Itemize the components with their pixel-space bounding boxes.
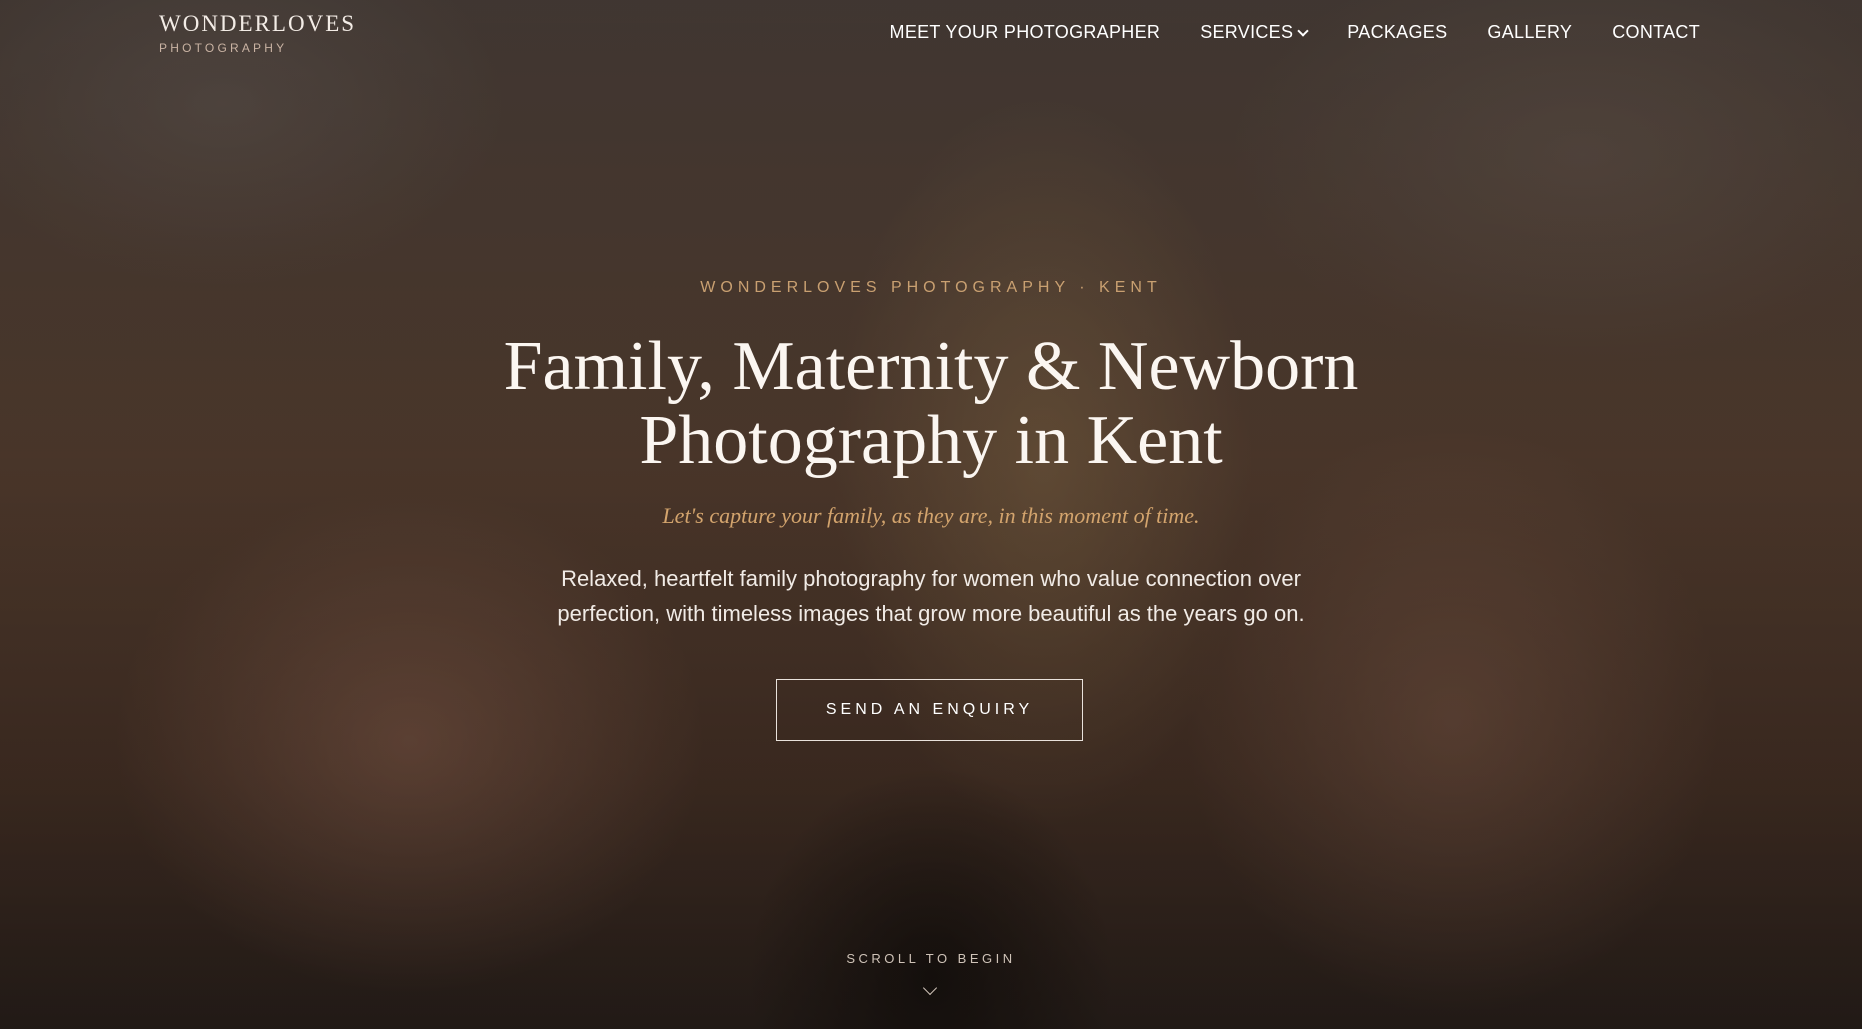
headline-line-1: Family, Maternity & Newborn (503, 328, 1359, 405)
nav-item-label: CONTACT (1612, 22, 1700, 42)
nav-item-meet-your-photographer[interactable]: MEET YOUR PHOTOGRAPHER (890, 22, 1161, 43)
main-nav: MEET YOUR PHOTOGRAPHER SERVICES PACKAGES… (890, 22, 1700, 43)
logo-name: WONDERLOVES (159, 11, 357, 36)
nav-item-label: MEET YOUR PHOTOGRAPHER (889, 22, 1161, 42)
logo-subtitle: PHOTOGRAPHY (159, 41, 288, 55)
nav-item-services[interactable]: SERVICES (1200, 22, 1309, 43)
chevron-down-icon (1297, 24, 1309, 37)
hero-headline: Family, Maternity & Newborn Photography … (381, 330, 1481, 478)
hero-description: Relaxed, heartfelt family photography fo… (481, 561, 1381, 631)
nav-item-packages[interactable]: PACKAGES (1347, 22, 1447, 43)
site-header: WONDERLOVES PHOTOGRAPHY MEET YOUR PHOTOG… (0, 0, 1862, 70)
send-enquiry-button[interactable]: SEND AN ENQUIRY (776, 679, 1083, 741)
description-line-1: Relaxed, heartfelt family photography fo… (561, 566, 1301, 591)
nav-item-label: SERVICES (1200, 22, 1294, 42)
site-logo[interactable]: WONDERLOVES PHOTOGRAPHY (159, 11, 356, 55)
hero-eyebrow: WONDERLOVES PHOTOGRAPHY · KENT (700, 279, 1162, 296)
scroll-hint-label[interactable]: SCROLL TO BEGIN (0, 951, 1862, 966)
hero-tagline: Let's capture your family, as they are, … (662, 503, 1200, 528)
nav-item-label: PACKAGES (1347, 22, 1448, 42)
nav-item-contact[interactable]: CONTACT (1612, 22, 1700, 43)
nav-item-label: GALLERY (1487, 22, 1573, 42)
headline-line-2: Photography in Kent (639, 402, 1223, 479)
nav-item-gallery[interactable]: GALLERY (1487, 22, 1572, 43)
description-line-2: perfection, with timeless images that gr… (557, 601, 1305, 626)
